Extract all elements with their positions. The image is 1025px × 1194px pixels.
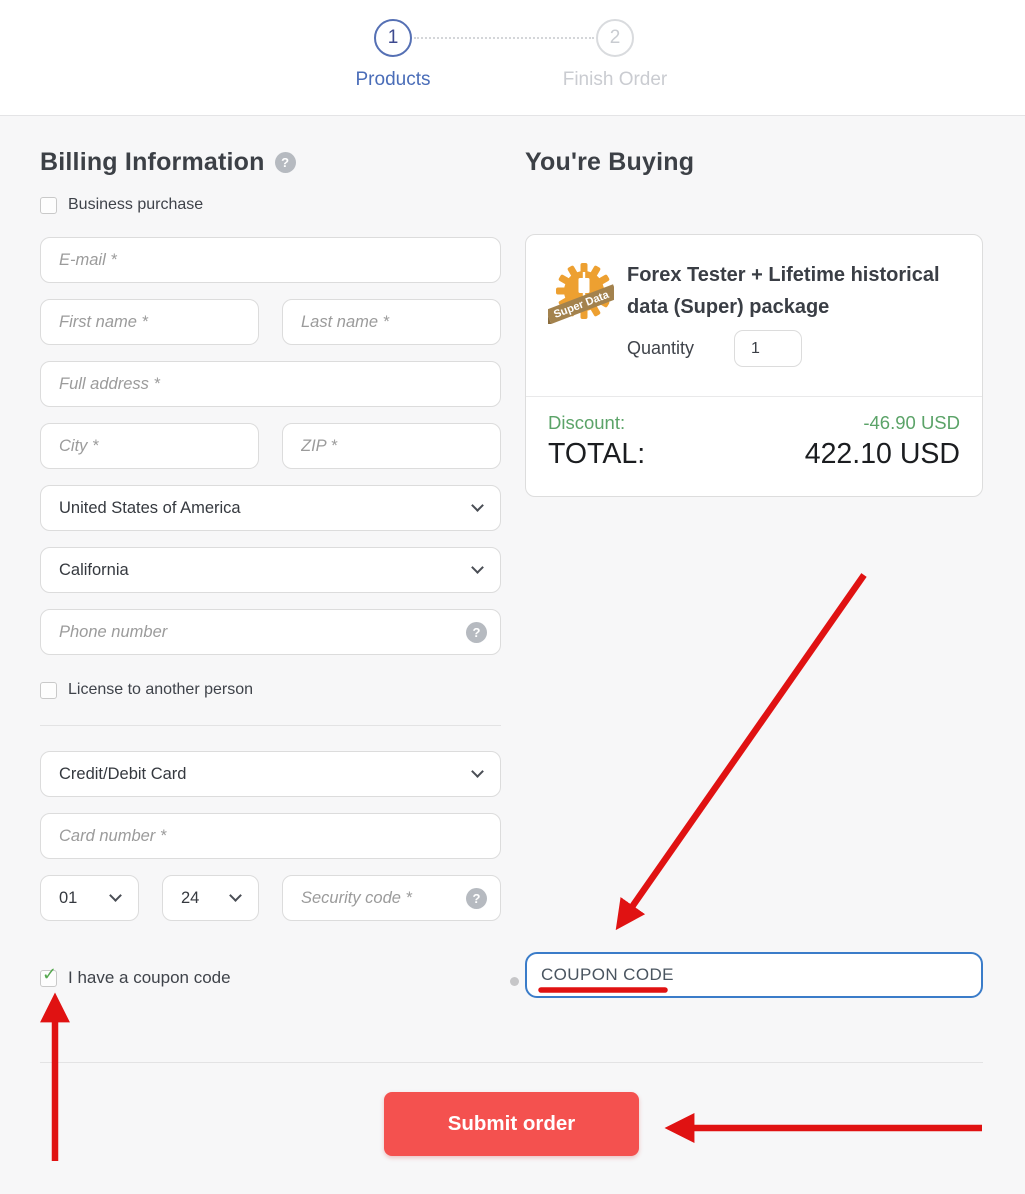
coupon-checkbox[interactable]: ✓ [40,970,57,987]
super-data-badge-icon: Super Data [548,260,614,324]
annotation-arrow-to-coupon-field [620,575,864,924]
step-1-label: Products [313,69,473,91]
state-select-value: California [59,561,129,580]
billing-title: Billing Information [40,148,265,177]
coupon-code-input[interactable] [525,952,983,998]
license-label: License to another person [68,681,253,699]
card-number-field-wrap [40,813,501,859]
quantity-input[interactable] [734,330,802,367]
product-card: Super Data Forex Tester + Lifetime histo… [525,234,983,497]
payment-section-divider [40,725,501,726]
zip-field[interactable] [283,424,500,468]
phone-help-icon[interactable]: ? [466,622,487,643]
coupon-checkbox-row[interactable]: ✓ I have a coupon code [40,968,501,988]
business-purchase-checkbox[interactable] [40,197,57,214]
checkout-steps-header: 1 Products 2 Finish Order [0,0,1025,116]
license-checkbox-row[interactable]: License to another person [40,681,501,699]
coupon-checkbox-label: I have a coupon code [68,968,231,988]
full-address-field-wrap [40,361,501,407]
step-1-number: 1 [388,27,399,49]
payment-method-value: Credit/Debit Card [59,765,186,784]
chevron-down-icon [471,499,484,512]
license-checkbox[interactable] [40,682,57,699]
step-finish-order[interactable]: 2 Finish Order [535,19,695,91]
first-name-field[interactable] [41,300,258,344]
full-address-field[interactable] [41,362,500,406]
step-products[interactable]: 1 Products [313,19,473,91]
business-purchase-label: Business purchase [68,196,203,214]
card-number-field[interactable] [41,814,500,858]
email-field-wrap [40,237,501,283]
discount-value: -46.90 USD [863,412,960,434]
billing-help-icon[interactable]: ? [275,152,296,173]
expiry-month-value: 01 [59,889,77,908]
step-2-label: Finish Order [535,69,695,91]
step-2-circle: 2 [596,19,634,57]
footer-divider [40,1062,983,1063]
submit-order-button[interactable]: Submit order [384,1092,639,1156]
order-title: You're Buying [525,148,694,177]
step-1-circle: 1 [374,19,412,57]
order-summary: You're Buying [525,148,983,497]
security-code-help-icon[interactable]: ? [466,888,487,909]
expiry-year-select[interactable]: 24 [162,875,259,921]
chevron-down-icon [109,889,122,902]
country-select-value: United States of America [59,499,241,518]
email-field[interactable] [41,238,500,282]
last-name-field-wrap [282,299,501,345]
checkmark-icon: ✓ [42,964,57,985]
chevron-down-icon [471,765,484,778]
total-value: 422.10 USD [805,438,960,471]
coupon-bullet-dot [510,977,519,986]
step-2-number: 2 [610,27,621,49]
expiry-month-select[interactable]: 01 [40,875,139,921]
city-field[interactable] [41,424,258,468]
chevron-down-icon [229,889,242,902]
country-select[interactable]: United States of America [40,485,501,531]
business-purchase-checkbox-row[interactable]: Business purchase [40,196,501,214]
chevron-down-icon [471,561,484,574]
zip-field-wrap [282,423,501,469]
total-label: TOTAL: [548,438,645,471]
first-name-field-wrap [40,299,259,345]
product-name: Forex Tester + Lifetime historical data … [627,260,960,323]
quantity-label: Quantity [627,338,694,359]
payment-method-select[interactable]: Credit/Debit Card [40,751,501,797]
city-field-wrap [40,423,259,469]
phone-field[interactable] [41,610,500,654]
phone-field-wrap: ? [40,609,501,655]
state-select[interactable]: California [40,547,501,593]
billing-form: Billing Information ? Business purchase … [40,148,501,988]
last-name-field[interactable] [283,300,500,344]
expiry-year-value: 24 [181,889,199,908]
security-code-field-wrap: ? [282,875,501,921]
order-totals: Discount: -46.90 USD TOTAL: 422.10 USD [526,396,982,496]
discount-label: Discount: [548,412,625,434]
